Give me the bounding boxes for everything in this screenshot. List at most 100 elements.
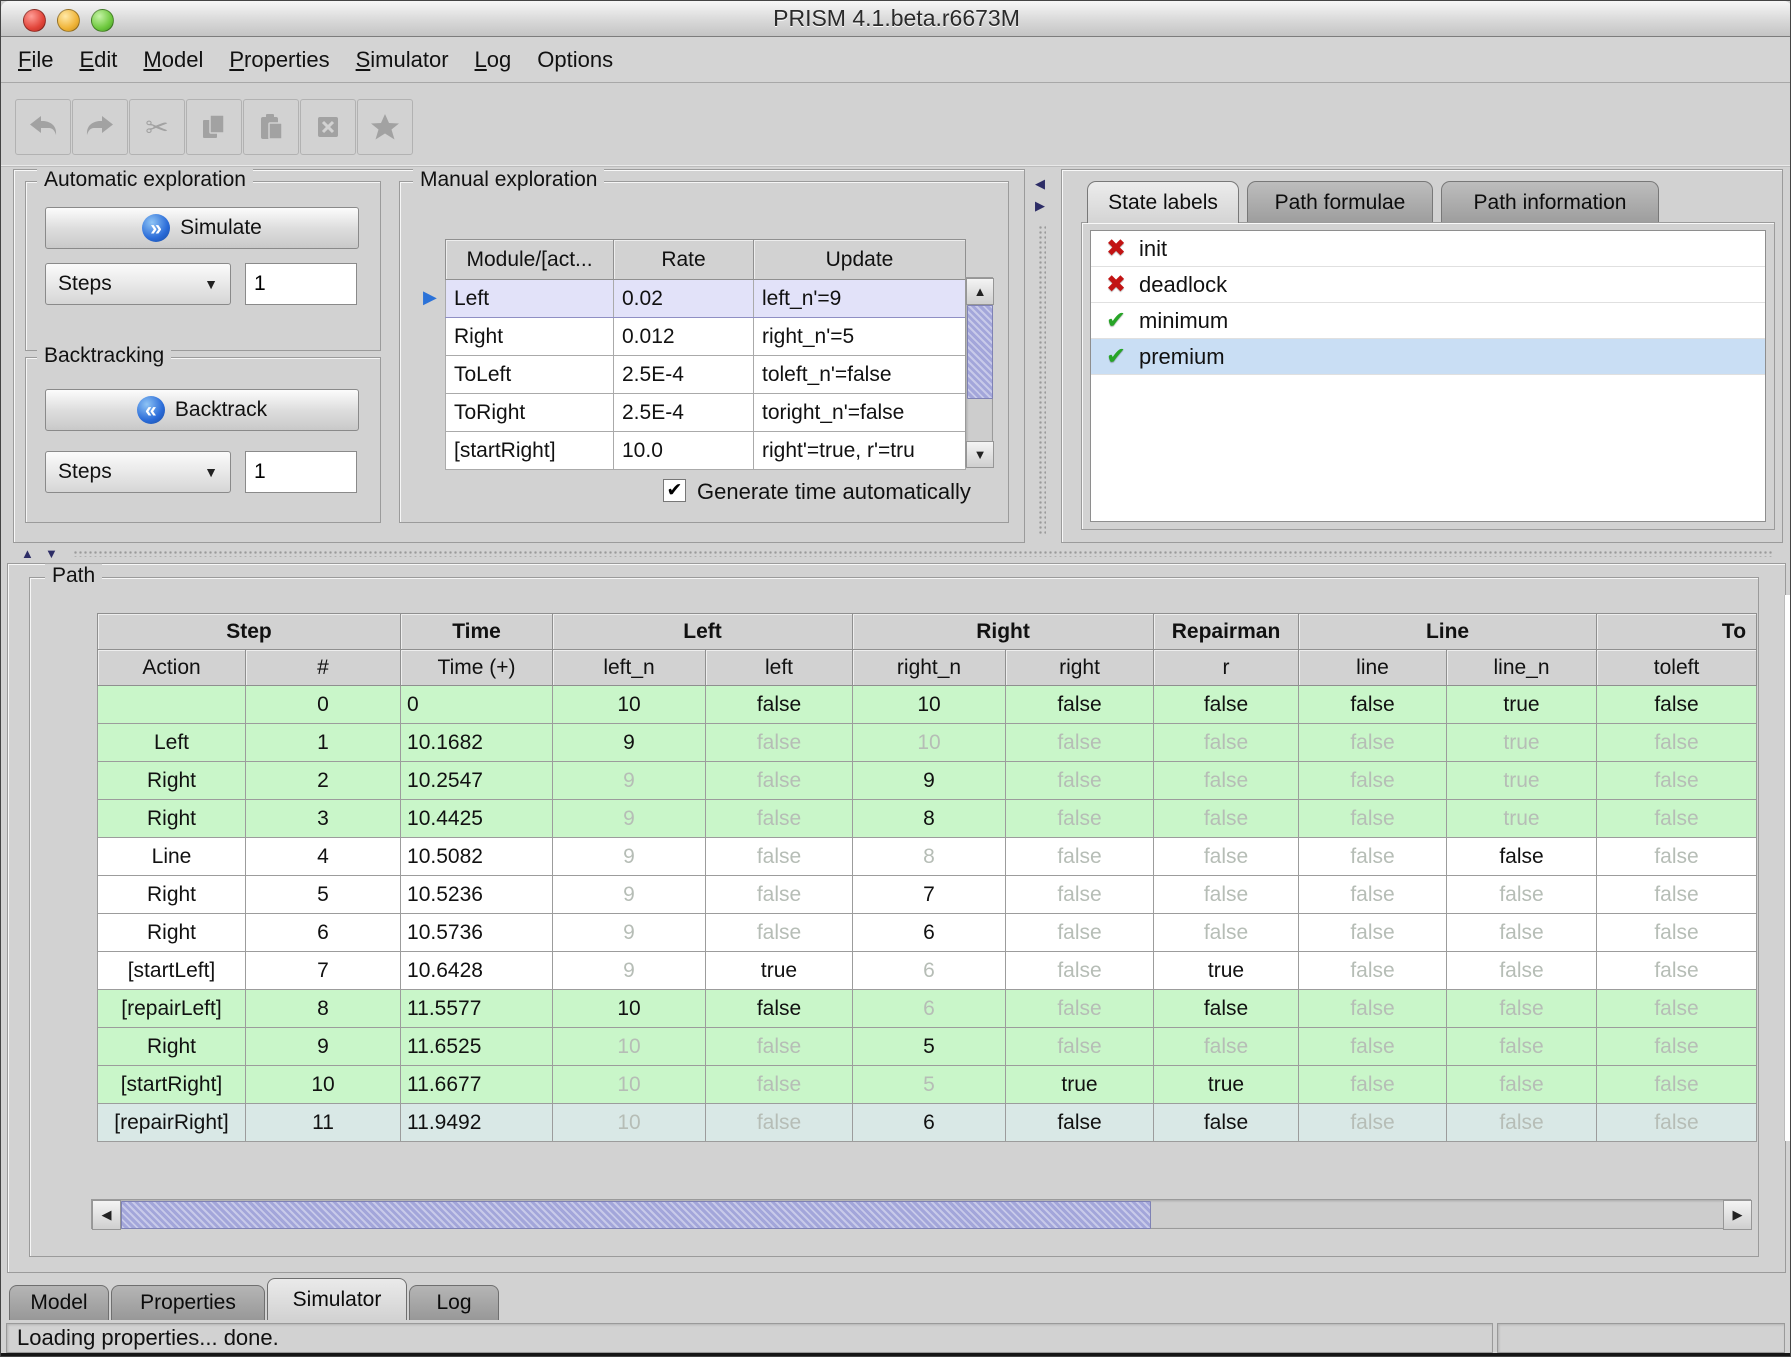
- path-group-header[interactable]: Repairman: [1154, 614, 1299, 650]
- path-row[interactable]: Right310.44259false8falsefalsefalsetruef…: [98, 800, 1757, 838]
- manual-row[interactable]: ToLeft2.5E-4toleft_n'=false: [446, 356, 966, 394]
- path-col-header[interactable]: left_n: [553, 650, 706, 686]
- scrollbar-thumb[interactable]: [121, 1201, 1151, 1229]
- generate-time-checkbox[interactable]: ✔: [663, 479, 686, 502]
- path-group-header[interactable]: To: [1597, 614, 1757, 650]
- path-row[interactable]: [startRight]1011.667710false5truetruefal…: [98, 1066, 1757, 1104]
- path-group-header[interactable]: Left: [553, 614, 853, 650]
- expand-down-icon[interactable]: ▼: [45, 547, 58, 560]
- tab-state-labels[interactable]: State labels: [1087, 181, 1239, 223]
- tab-log[interactable]: Log: [409, 1285, 499, 1320]
- path-row[interactable]: 0010false10falsefalsefalsetruefalse: [98, 686, 1757, 724]
- path-col-header[interactable]: left: [706, 650, 853, 686]
- path-group-header[interactable]: Time: [401, 614, 553, 650]
- state-label-minimum[interactable]: ✔minimum: [1091, 303, 1765, 339]
- scroll-right-icon[interactable]: ▶: [1723, 1200, 1752, 1230]
- path-cell: 8: [853, 838, 1006, 876]
- manual-row[interactable]: ToRight2.5E-4toright_n'=false: [446, 394, 966, 432]
- path-col-header[interactable]: right: [1006, 650, 1154, 686]
- path-row[interactable]: Right911.652510false5falsefalsefalsefals…: [98, 1028, 1757, 1066]
- tab-path-formulae[interactable]: Path formulae: [1247, 181, 1433, 223]
- tool-bar: ✂: [1, 83, 1791, 167]
- path-col-header[interactable]: #: [246, 650, 401, 686]
- path-row[interactable]: [repairRight]1111.949210false6falsefalse…: [98, 1104, 1757, 1142]
- collapse-left-icon[interactable]: ◀: [1035, 177, 1045, 190]
- state-label-deadlock[interactable]: ✖deadlock: [1091, 267, 1765, 303]
- scroll-left-icon[interactable]: ◀: [92, 1200, 121, 1230]
- horizontal-splitter[interactable]: ▲ ▼: [13, 545, 1781, 561]
- tab-properties[interactable]: Properties: [111, 1285, 265, 1320]
- redo-icon[interactable]: [72, 99, 128, 155]
- scroll-down-icon[interactable]: ▼: [966, 441, 994, 468]
- state-label-init[interactable]: ✖init: [1091, 231, 1765, 267]
- collapse-up-icon[interactable]: ▲: [21, 547, 34, 560]
- backtrack-button[interactable]: « Backtrack: [45, 389, 359, 431]
- path-row[interactable]: Right210.25479false9falsefalsefalsetruef…: [98, 762, 1757, 800]
- expand-right-icon[interactable]: ▶: [1035, 199, 1045, 212]
- manual-col-header[interactable]: Module/[act...: [446, 240, 614, 280]
- manual-row[interactable]: Left0.02left_n'=9: [446, 280, 966, 318]
- vertical-splitter[interactable]: ◀ ▶: [1031, 169, 1053, 543]
- menu-properties[interactable]: Properties: [216, 47, 342, 73]
- undo-icon[interactable]: [15, 99, 71, 155]
- backtrack-steps-input[interactable]: [245, 451, 357, 493]
- manual-row[interactable]: [startRight]10.0right'=true, r'=tru: [446, 432, 966, 470]
- path-row[interactable]: [startLeft]710.64289true6falsetruefalsef…: [98, 952, 1757, 990]
- path-vertical-scrollbar[interactable]: [1784, 595, 1791, 1141]
- tab-path-information[interactable]: Path information: [1441, 181, 1659, 223]
- path-cell: 8: [853, 800, 1006, 838]
- manual-col-header[interactable]: Rate: [614, 240, 754, 280]
- manual-col-header[interactable]: Update: [754, 240, 966, 280]
- splitter-grip[interactable]: [73, 550, 1773, 557]
- delete-icon[interactable]: [300, 99, 356, 155]
- path-col-header[interactable]: line: [1299, 650, 1447, 686]
- path-col-header[interactable]: Action: [98, 650, 246, 686]
- backtrack-steps-dropdown[interactable]: Steps ▼: [45, 451, 231, 493]
- state-label-premium[interactable]: ✔premium: [1091, 339, 1765, 375]
- simulate-steps-dropdown[interactable]: Steps ▼: [45, 263, 231, 305]
- path-row[interactable]: Line410.50829false8falsefalsefalsefalsef…: [98, 838, 1757, 876]
- path-col-header[interactable]: line_n: [1447, 650, 1597, 686]
- scrollbar-thumb[interactable]: [967, 305, 993, 399]
- path-cell: true: [1154, 1066, 1299, 1104]
- path-group-header[interactable]: Step: [98, 614, 401, 650]
- path-horizontal-scrollbar[interactable]: ◀ ▶: [91, 1199, 1751, 1229]
- path-col-header[interactable]: toleft: [1597, 650, 1757, 686]
- menu-model[interactable]: Model: [130, 47, 216, 73]
- label-false-icon: ✖: [1101, 270, 1131, 299]
- tab-simulator[interactable]: Simulator: [267, 1278, 407, 1320]
- path-cell: 2: [246, 762, 401, 800]
- path-cell: false: [1154, 876, 1299, 914]
- manual-table-scrollbar[interactable]: ▲ ▼: [965, 277, 993, 467]
- path-cell: 10.5082: [401, 838, 553, 876]
- path-row[interactable]: Right510.52369false7falsefalsefalsefalse…: [98, 876, 1757, 914]
- paste-icon[interactable]: [243, 99, 299, 155]
- menu-file[interactable]: File: [5, 47, 66, 73]
- simulate-button[interactable]: » Simulate: [45, 207, 359, 249]
- menu-log[interactable]: Log: [462, 47, 525, 73]
- path-col-header[interactable]: r: [1154, 650, 1299, 686]
- cut-icon[interactable]: ✂: [129, 99, 185, 155]
- path-col-header[interactable]: right_n: [853, 650, 1006, 686]
- splitter-grip[interactable]: [1038, 225, 1046, 535]
- scroll-up-icon[interactable]: ▲: [966, 278, 994, 305]
- path-group-header[interactable]: Right: [853, 614, 1154, 650]
- star-icon[interactable]: [357, 99, 413, 155]
- path-group-header[interactable]: Line: [1299, 614, 1597, 650]
- copy-icon[interactable]: [186, 99, 242, 155]
- path-row[interactable]: Left110.16829false10falsefalsefalsetruef…: [98, 724, 1757, 762]
- path-cell: false: [706, 876, 853, 914]
- menu-options[interactable]: Options: [524, 47, 626, 73]
- tab-model[interactable]: Model: [9, 1285, 109, 1320]
- path-row[interactable]: [repairLeft]811.557710false6falsefalsefa…: [98, 990, 1757, 1028]
- chevron-down-icon: ▼: [204, 276, 218, 292]
- simulate-steps-input[interactable]: [245, 263, 357, 305]
- path-cell: false: [1006, 1028, 1154, 1066]
- manual-row[interactable]: Right0.012right_n'=5: [446, 318, 966, 356]
- menu-edit[interactable]: Edit: [66, 47, 130, 73]
- manual-cell-module: [startRight]: [446, 432, 614, 470]
- path-col-header[interactable]: Time (+): [401, 650, 553, 686]
- path-row[interactable]: Right610.57369false6falsefalsefalsefalse…: [98, 914, 1757, 952]
- menu-simulator[interactable]: Simulator: [343, 47, 462, 73]
- path-cell: false: [706, 686, 853, 724]
